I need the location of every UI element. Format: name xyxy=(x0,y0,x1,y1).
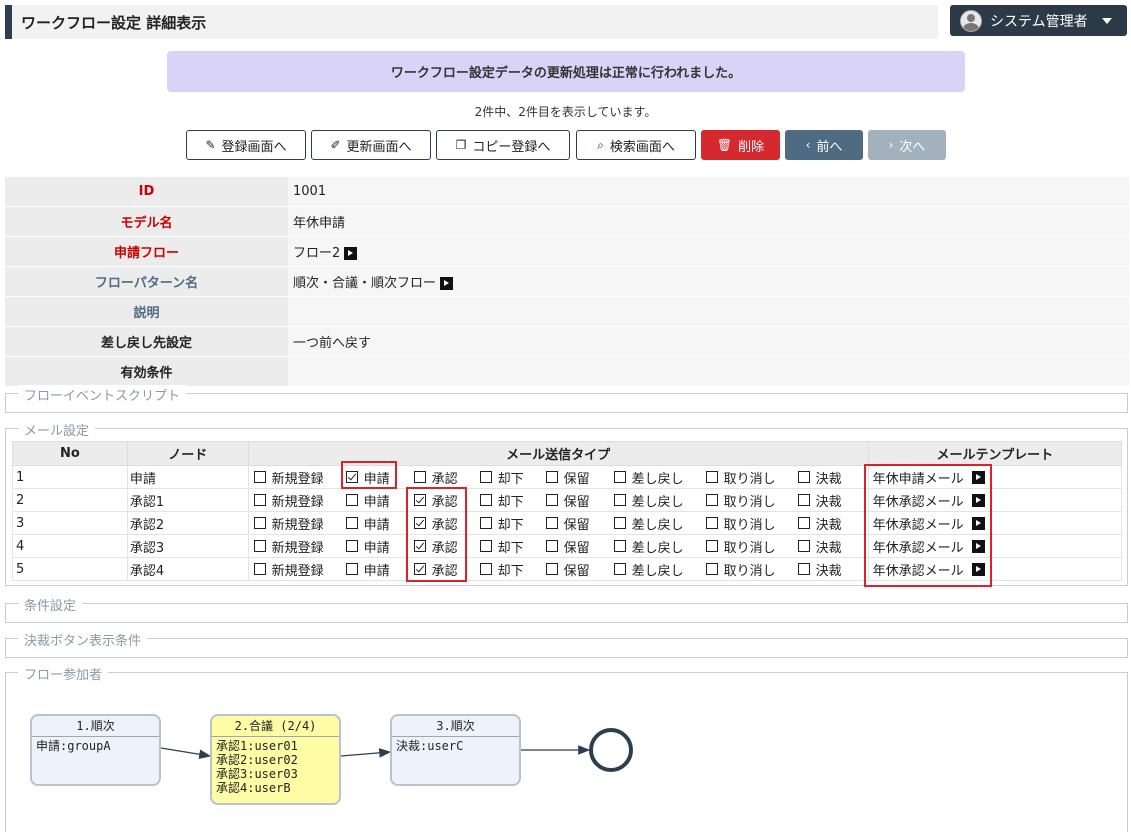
flow-node-line: 決裁:userC xyxy=(396,739,464,753)
flow-node-body: 申請:groupA xyxy=(32,737,159,755)
flow-node-line: 承認4:userB xyxy=(216,781,291,795)
flow-node-line: 承認2:user02 xyxy=(216,753,298,767)
flow-connectors xyxy=(160,745,591,759)
flow-node-body: 承認1:user01 承認2:user02 承認3:user03 承認4:use… xyxy=(212,737,339,797)
flow-node-line: 承認3:user03 xyxy=(216,767,298,781)
flow-node[interactable]: 1.順次 申請:groupA xyxy=(30,714,161,786)
flow-node[interactable]: 2.合議 (2/4) 承認1:user01 承認2:user02 承認3:use… xyxy=(210,714,341,805)
flow-node-line: 申請:groupA xyxy=(36,739,111,753)
flow-node-line: 承認1:user01 xyxy=(216,739,298,753)
flow-end-circle-icon xyxy=(589,728,633,772)
flow-node-title: 3.順次 xyxy=(392,716,519,737)
flow-arrow xyxy=(340,748,392,758)
flow-node[interactable]: 3.順次 決裁:userC xyxy=(390,714,521,786)
flow-node-body: 決裁:userC xyxy=(392,737,519,755)
flow-node-title: 1.順次 xyxy=(32,716,159,737)
flow-arrow xyxy=(160,747,212,759)
flow-node-title: 2.合議 (2/4) xyxy=(212,716,339,737)
